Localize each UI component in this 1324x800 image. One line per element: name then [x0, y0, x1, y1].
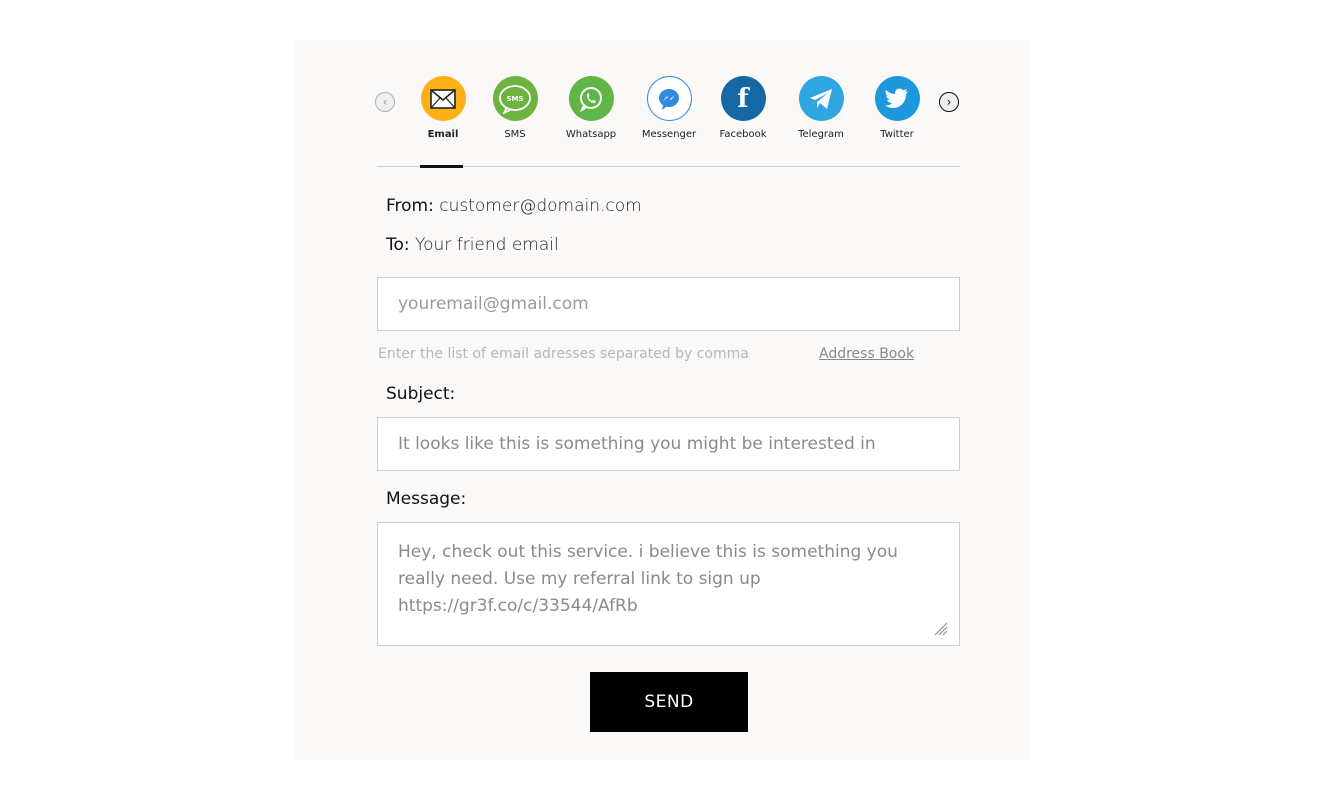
channel-sms[interactable]: SMS SMS	[475, 76, 555, 140]
messenger-icon	[646, 76, 692, 121]
subject-label: Subject:	[386, 384, 456, 404]
message-value: Hey, check out this service. i believe t…	[398, 542, 898, 616]
channel-telegram[interactable]: Telegram	[781, 76, 861, 140]
envelope-icon	[420, 76, 466, 121]
send-button[interactable]: SEND	[590, 672, 748, 732]
channel-label: Twitter	[880, 129, 914, 140]
channel-label: SMS	[504, 129, 526, 140]
channel-label: Email	[427, 129, 459, 140]
from-value: customer@domain.com	[439, 196, 642, 216]
chevron-left-icon[interactable]: ‹	[375, 92, 395, 112]
facebook-icon: f	[720, 76, 766, 121]
subject-value: It looks like this is something you migh…	[398, 434, 876, 454]
twitter-icon	[874, 76, 920, 121]
from-label: From:	[386, 196, 434, 216]
message-label: Message:	[386, 489, 467, 509]
recipients-placeholder: youremail@gmail.com	[398, 294, 589, 314]
subject-input[interactable]: It looks like this is something you migh…	[377, 417, 960, 471]
sms-badge-text: SMS	[506, 95, 523, 103]
channel-label: Telegram	[798, 129, 844, 140]
channel-facebook[interactable]: f Facebook	[703, 76, 783, 140]
channel-twitter[interactable]: Twitter	[857, 76, 937, 140]
channel-whatsapp[interactable]: Whatsapp	[551, 76, 631, 140]
channel-email[interactable]: Email	[403, 76, 483, 140]
recipients-hint: Enter the list of email adresses separat…	[378, 346, 749, 362]
chevron-right-icon[interactable]: ›	[939, 92, 959, 112]
to-value: Your friend email	[415, 235, 559, 255]
address-book-link[interactable]: Address Book	[819, 346, 914, 362]
telegram-icon	[798, 76, 844, 121]
from-line: From: customer@domain.com	[386, 196, 642, 216]
active-tab-indicator	[420, 165, 463, 168]
to-line: To: Your friend email	[386, 235, 559, 255]
resize-grip-icon[interactable]	[932, 620, 948, 636]
channel-label: Messenger	[641, 129, 697, 140]
message-textarea[interactable]: Hey, check out this service. i believe t…	[377, 522, 960, 646]
channel-messenger[interactable]: Messenger	[629, 76, 709, 140]
sms-bubble-icon: SMS	[492, 76, 538, 121]
facebook-glyph: f	[737, 83, 749, 114]
channel-label: Whatsapp	[565, 129, 617, 140]
whatsapp-icon	[568, 76, 614, 121]
channel-label: Facebook	[719, 129, 767, 140]
recipients-input[interactable]: youremail@gmail.com	[377, 277, 960, 331]
to-label: To:	[386, 235, 410, 255]
tabs-divider	[377, 166, 960, 167]
